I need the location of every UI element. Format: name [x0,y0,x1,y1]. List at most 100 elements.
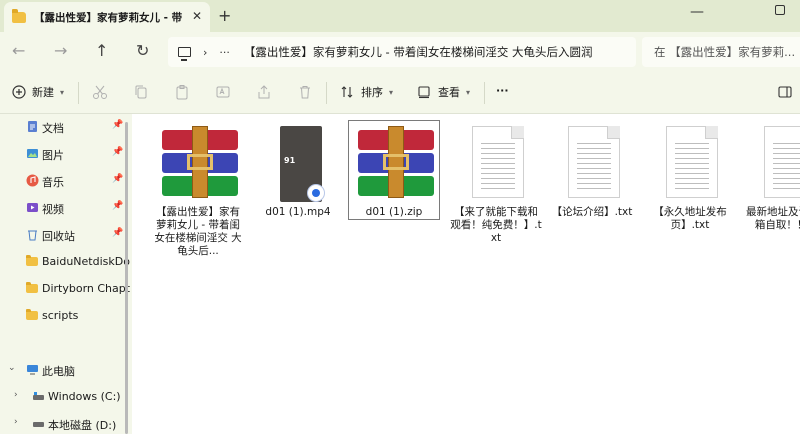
computer-icon [27,365,38,375]
video-thumbnail: 91 [262,126,338,202]
breadcrumb[interactable]: 【露出性爱】家有萝莉女儿 - 带着闺女在楼梯间淫交 大龟头后入圆润 [244,44,614,60]
address-toolbar: ← → ↑ ↻ › ··· 【露出性爱】家有萝莉女儿 - 带着闺女在楼梯间淫交 … [0,32,800,72]
cut-icon[interactable] [92,84,108,100]
minimize-button[interactable]: — [690,4,704,20]
file-item-selected[interactable]: d01 (1).zip [348,120,440,280]
new-button[interactable]: 新建 ▾ [12,84,64,100]
address-bar[interactable]: › ··· 【露出性爱】家有萝莉女儿 - 带着闺女在楼梯间淫交 大龟头后入圆润 [168,37,636,67]
sidebar-item-videos[interactable]: 视频 📌 [0,195,124,221]
music-icon [26,174,39,187]
folder-icon [26,282,38,293]
sidebar-item-label: 回收站 [42,230,75,243]
drive-icon [33,422,44,427]
view-button[interactable]: 查看 ▾ [417,84,470,100]
more-options-button[interactable]: ··· [496,84,509,97]
sidebar-item-folder[interactable]: BaiduNetdiskDo [0,249,130,275]
chevron-down-icon: ▾ [389,87,394,97]
breadcrumb-overflow[interactable]: ··· [219,46,230,59]
new-label: 新建 [32,86,54,99]
forward-button[interactable]: → [54,41,67,60]
delete-icon[interactable] [297,84,313,100]
sidebar-item-label: BaiduNetdiskDo [42,255,130,268]
chevron-right-icon[interactable]: › [14,390,18,400]
close-tab-button[interactable]: ✕ [192,9,202,23]
breadcrumb-chevron[interactable]: › [203,46,207,59]
sidebar-item-label: Dirtyborn Chapt [42,282,131,295]
file-item[interactable]: 【永久地址发布页】.txt [644,120,736,280]
pictures-icon [27,149,38,158]
computer-icon [178,47,191,61]
text-file-icon [556,126,632,202]
text-file-icon [460,126,536,202]
folder-icon [26,255,38,266]
search-input[interactable]: 在 【露出性爱】家有萝莉... [654,44,795,60]
sidebar-item-label: Windows (C:) [48,390,121,403]
paste-icon[interactable] [174,84,190,100]
pin-icon: 📌 [112,147,124,157]
chevron-right-icon[interactable]: › [14,417,18,427]
sidebar-item-label: 本地磁盘 (D:) [48,419,117,432]
file-item[interactable]: 【论坛介绍】.txt [546,120,638,280]
file-item[interactable]: 【来了就能下载和观看！纯免费！】.txt [450,120,542,280]
folder-icon [26,309,38,320]
file-name: d01 (1).mp4 [265,206,331,218]
view-label: 查看 [438,86,460,99]
sort-button[interactable]: 排序 ▾ [340,84,393,100]
file-list: 【露出性爱】家有萝莉女儿 - 带着闺女在楼梯间淫交 大龟头后... 91 d01… [132,114,800,434]
rename-icon[interactable] [215,84,231,100]
folder-icon [12,8,26,23]
sidebar-item-folder[interactable]: scripts [0,303,124,329]
title-bar: 【露出性爱】家有萝莉女儿 - 带 ✕ + — [0,0,800,32]
sidebar-item-label: scripts [42,309,79,322]
file-item[interactable]: 【露出性爱】家有萝莉女儿 - 带着闺女在楼梯间淫交 大龟头后... [152,120,244,280]
copy-icon[interactable] [133,84,149,100]
command-bar: 新建 ▾ 排序 ▾ 查看 ▾ ··· [0,72,800,114]
document-icon [28,121,37,132]
file-name: 【露出性爱】家有萝莉女儿 - 带着闺女在楼梯间淫交 大龟头后... [154,206,242,257]
windows-drive-icon [33,392,44,400]
chevron-down-icon: ▾ [60,87,65,97]
file-name: 【来了就能下载和观看！纯免费！】.txt [450,206,542,244]
sidebar-item-drive-c[interactable]: › Windows (C:) [0,384,124,410]
player-app-icon [307,184,325,202]
pin-icon: 📌 [112,174,124,184]
tab-current-folder[interactable]: 【露出性爱】家有萝莉女儿 - 带 ✕ [4,2,210,32]
sidebar-item-pictures[interactable]: 图片 📌 [0,141,124,167]
chevron-down-icon[interactable]: ⌄ [8,363,16,373]
sidebar-item-music[interactable]: 音乐 📌 [0,168,124,194]
file-item[interactable]: 最新地址及请发邮箱自取！！！. [742,120,800,280]
maximize-button[interactable] [775,5,785,15]
sidebar-scrollbar[interactable] [125,122,128,434]
thumbnail-logo-icon: 91 [284,156,296,165]
new-tab-button[interactable]: + [218,6,231,25]
share-icon[interactable] [256,84,272,100]
tab-title: 【露出性爱】家有萝莉女儿 - 带 [34,11,183,24]
navigation-pane: 文档 📌 图片 📌 音乐 📌 视频 📌 回收站 📌 BaiduNetdiskDo… [0,114,132,434]
plus-circle-icon [12,85,26,99]
sidebar-item-label: 图片 [42,149,64,162]
video-icon [27,203,38,212]
file-name: 【论坛介绍】.txt [551,206,633,218]
divider [326,82,327,104]
divider [78,82,79,104]
file-item[interactable]: 91 d01 (1).mp4 [252,120,344,280]
search-box[interactable]: 在 【露出性爱】家有萝莉... [642,37,800,67]
back-button[interactable]: ← [12,41,25,60]
pin-icon: 📌 [112,201,124,211]
pin-icon: 📌 [112,228,124,238]
divider [484,82,485,104]
up-button[interactable]: ↑ [95,41,108,60]
pin-icon: 📌 [112,120,124,130]
sidebar-item-folder[interactable]: Dirtyborn Chapt [0,276,130,302]
details-pane-icon[interactable] [778,85,792,99]
sidebar-item-drive-d[interactable]: › 本地磁盘 (D:) [0,411,124,434]
refresh-button[interactable]: ↻ [136,41,149,60]
sidebar-item-documents[interactable]: 文档 📌 [0,114,124,140]
sidebar-item-label: 视频 [42,203,64,216]
sidebar-item-recycle-bin[interactable]: 回收站 📌 [0,222,124,248]
text-file-icon [654,126,730,202]
winrar-archive-icon [162,126,238,202]
sidebar-item-label: 音乐 [42,176,64,189]
sidebar-item-this-pc[interactable]: ⌄ 此电脑 [0,357,124,383]
text-file-icon [752,126,800,202]
